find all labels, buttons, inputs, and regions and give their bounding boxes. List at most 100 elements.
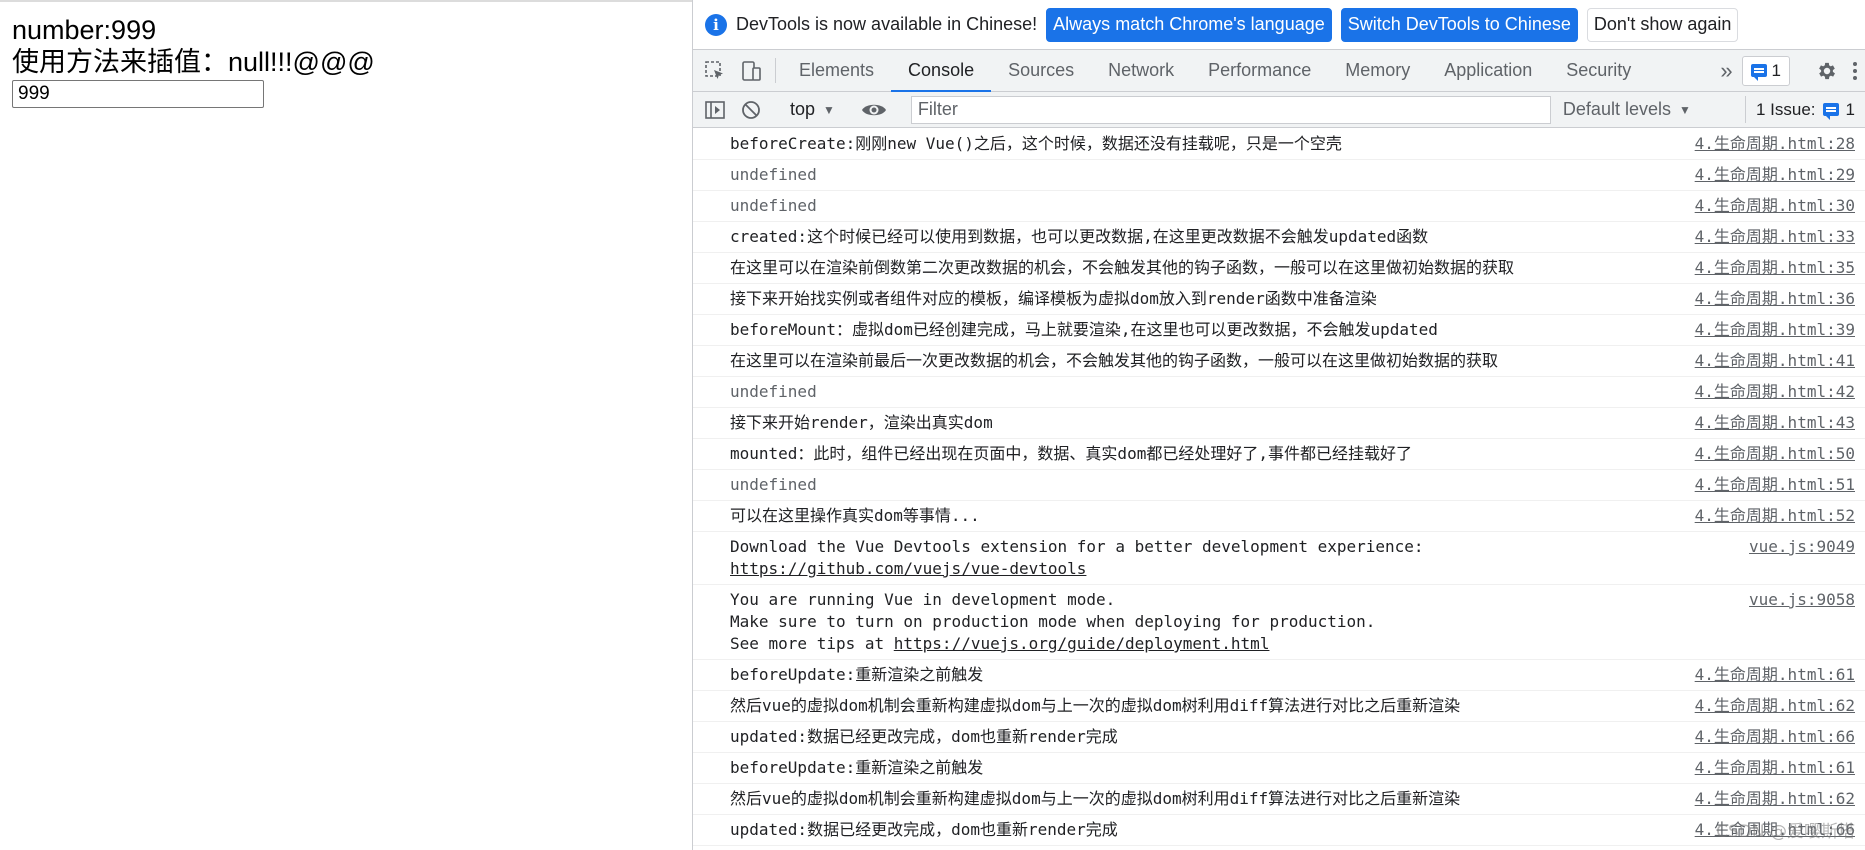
inspect-element-icon[interactable]: [697, 50, 733, 91]
log-levels-label: Default levels: [1562, 99, 1671, 119]
number-input[interactable]: [12, 80, 264, 108]
console-message: undefined: [730, 475, 817, 494]
language-infobar: i DevTools is now available in Chinese! …: [693, 0, 1865, 50]
console-message: 然后vue的虚拟dom机制会重新构建虚拟dom与上一次的虚拟dom树利用diff…: [730, 789, 1461, 808]
issues-count: 1: [1845, 99, 1855, 119]
device-toolbar-icon[interactable]: [733, 50, 769, 91]
console-row: beforeUpdate:重新渲染之前触发 4.生命周期.html:61: [693, 660, 1865, 691]
console-message: 可以在这里操作真实dom等事情...: [730, 506, 980, 525]
console-filter-input[interactable]: [910, 95, 1551, 124]
console-message: mounted：此时，组件已经出现在页面中，数据、真实dom都已经处理好了,事件…: [730, 444, 1412, 463]
tab-elements[interactable]: Elements: [782, 50, 891, 91]
tab-application[interactable]: Application: [1427, 50, 1549, 91]
console-toolbar: top ▼ Default levels ▼ 1 Issue: 1: [693, 92, 1865, 128]
console-row: 可以在这里操作真实dom等事情... 4.生命周期.html:52: [693, 501, 1865, 532]
console-row: undefined 4.生命周期.html:30: [693, 191, 1865, 222]
console-row: beforeUpdate:重新渲染之前触发 4.生命周期.html:61: [693, 753, 1865, 784]
log-levels-dropdown[interactable]: Default levels ▼: [1563, 99, 1691, 120]
console-source-link[interactable]: vue.js:9049: [1749, 536, 1855, 580]
console-source-link[interactable]: 4.生命周期.html:35: [1695, 257, 1855, 279]
console-source-link[interactable]: 4.生命周期.html:61: [1695, 664, 1855, 686]
issues-badge-button[interactable]: 1: [1741, 55, 1790, 86]
console-message: beforeUpdate:重新渲染之前触发: [730, 665, 984, 684]
vue-devtools-link[interactable]: https://github.com/vuejs/vue-devtools: [730, 559, 1086, 578]
more-options-icon[interactable]: [1845, 60, 1865, 82]
console-source-link[interactable]: 4.生命周期.html:33: [1695, 226, 1855, 248]
message-icon: [1750, 64, 1767, 81]
console-row-devmode-tip: You are running Vue in development mode.…: [693, 585, 1865, 660]
console-source-link[interactable]: 4.生命周期.html:28: [1695, 133, 1855, 155]
console-row: created:这个时候已经可以使用到数据，也可以更改数据,在这里更改数据不会触…: [693, 222, 1865, 253]
console-source-link[interactable]: 4.生命周期.html:52: [1695, 505, 1855, 527]
console-row: beforeUpdate:重新渲染之前触发4.生命周期.html:61: [693, 846, 1865, 850]
tab-security[interactable]: Security: [1549, 50, 1648, 91]
console-source-link[interactable]: vue.js:9058: [1749, 589, 1855, 655]
console-source-link[interactable]: 4.生命周期.html:30: [1695, 195, 1855, 217]
console-message: beforeCreate:刚刚new Vue()之后，这个时候，数据还没有挂载呢…: [730, 134, 1342, 153]
console-output: beforeCreate:刚刚new Vue()之后，这个时候，数据还没有挂载呢…: [693, 129, 1865, 850]
settings-gear-icon[interactable]: [1809, 60, 1845, 82]
console-row: 在这里可以在渲染前倒数第二次更改数据的机会，不会触发其他的钩子函数，一般可以在这…: [693, 253, 1865, 284]
console-message: 在这里可以在渲染前倒数第二次更改数据的机会，不会触发其他的钩子函数，一般可以在这…: [730, 258, 1515, 277]
console-source-link[interactable]: 4.生命周期.html:66: [1695, 726, 1855, 748]
more-tabs-icon[interactable]: »: [1712, 58, 1742, 84]
console-row: mounted：此时，组件已经出现在页面中，数据、真实dom都已经处理好了,事件…: [693, 439, 1865, 470]
tab-sources[interactable]: Sources: [991, 50, 1091, 91]
dont-show-again-button[interactable]: Don't show again: [1586, 7, 1739, 42]
issues-counter-button[interactable]: 1 Issue: 1: [1744, 96, 1855, 123]
tab-network[interactable]: Network: [1091, 50, 1191, 91]
page-viewport: number:999 使用方法来插值：null!!!@@@: [0, 0, 692, 850]
console-source-link[interactable]: 4.生命周期.html:42: [1695, 381, 1855, 403]
toolbar-divider: [775, 58, 776, 83]
console-message: undefined: [730, 196, 817, 215]
console-row: updated:数据已经更改完成，dom也重新render完成 4.生命周期.ht…: [693, 815, 1865, 846]
console-row: beforeCreate:刚刚new Vue()之后，这个时候，数据还没有挂载呢…: [693, 129, 1865, 160]
console-source-link[interactable]: 4.生命周期.html:39: [1695, 319, 1855, 341]
always-match-language-button[interactable]: Always match Chrome's language: [1046, 7, 1332, 42]
console-message: beforeUpdate:重新渲染之前触发: [730, 758, 984, 777]
context-selector[interactable]: top ▼: [782, 99, 843, 120]
console-row: 然后vue的虚拟dom机制会重新构建虚拟dom与上一次的虚拟dom树利用diff…: [693, 784, 1865, 815]
issues-badge-count: 1: [1771, 60, 1781, 80]
console-message: 在这里可以在渲染前最后一次更改数据的机会，不会触发其他的钩子函数，一般可以在这里…: [730, 351, 1499, 370]
console-row: 在这里可以在渲染前最后一次更改数据的机会，不会触发其他的钩子函数，一般可以在这里…: [693, 346, 1865, 377]
tab-memory[interactable]: Memory: [1328, 50, 1427, 91]
issues-label: 1 Issue:: [1755, 99, 1816, 119]
console-message: 接下来开始render，渲染出真实dom: [730, 413, 993, 432]
tabbar-right: » 1: [1712, 50, 1865, 91]
info-icon: i: [705, 13, 727, 36]
console-message: updated:数据已经更改完成，dom也重新render完成: [730, 820, 1118, 839]
console-row-devtools-tip: Download the Vue Devtools extension for …: [693, 532, 1865, 585]
console-source-link[interactable]: 4.生命周期.html:61: [1695, 757, 1855, 779]
tab-performance[interactable]: Performance: [1191, 50, 1328, 91]
console-source-link[interactable]: 4.生命周期.html:43: [1695, 412, 1855, 434]
console-source-link[interactable]: 4.生命周期.html:41: [1695, 350, 1855, 372]
clear-console-icon[interactable]: [733, 99, 769, 121]
console-source-link[interactable]: 4.生命周期.html:29: [1695, 164, 1855, 186]
caret-down-icon: ▼: [823, 102, 835, 117]
console-row: updated:数据已经更改完成，dom也重新render完成 4.生命周期.ht…: [693, 722, 1865, 753]
console-row: undefined 4.生命周期.html:51: [693, 470, 1865, 501]
console-row: undefined 4.生命周期.html:29: [693, 160, 1865, 191]
switch-to-chinese-button[interactable]: Switch DevTools to Chinese: [1340, 7, 1578, 42]
method-text: 使用方法来插值：null!!!@@@: [12, 47, 375, 77]
sidebar-toggle-icon[interactable]: [697, 100, 733, 120]
console-message: beforeMount：虚拟dom已经创建完成，马上就要渲染,在这里也可以更改数…: [730, 320, 1438, 339]
console-source-link[interactable]: 4.生命周期.html:62: [1695, 695, 1855, 717]
context-value: top: [790, 99, 816, 119]
console-message: undefined: [730, 382, 817, 401]
console-source-link[interactable]: 4.生命周期.html:51: [1695, 474, 1855, 496]
vue-deployment-link[interactable]: https://vuejs.org/guide/deployment.html: [894, 634, 1270, 653]
console-message: 然后vue的虚拟dom机制会重新构建虚拟dom与上一次的虚拟dom树利用diff…: [730, 696, 1461, 715]
console-rows-updates: beforeUpdate:重新渲染之前触发 4.生命周期.html:61 然后vue…: [693, 660, 1865, 850]
console-message: updated:数据已经更改完成，dom也重新render完成: [730, 727, 1118, 746]
screen: number:999 使用方法来插值：null!!!@@@ i DevTools…: [0, 0, 1865, 850]
console-source-link[interactable]: 4.生命周期.html:50: [1695, 443, 1855, 465]
message-icon: [1822, 103, 1839, 120]
tab-console[interactable]: Console: [891, 50, 992, 92]
console-source-link[interactable]: 4.生命周期.html:36: [1695, 288, 1855, 310]
console-message: You are running Vue in development mode.…: [730, 590, 1376, 653]
live-expression-eye-icon[interactable]: [856, 101, 892, 119]
console-row: beforeMount：虚拟dom已经创建完成，马上就要渲染,在这里也可以更改数…: [693, 315, 1865, 346]
console-source-link[interactable]: 4.生命周期.html:62: [1695, 788, 1855, 810]
